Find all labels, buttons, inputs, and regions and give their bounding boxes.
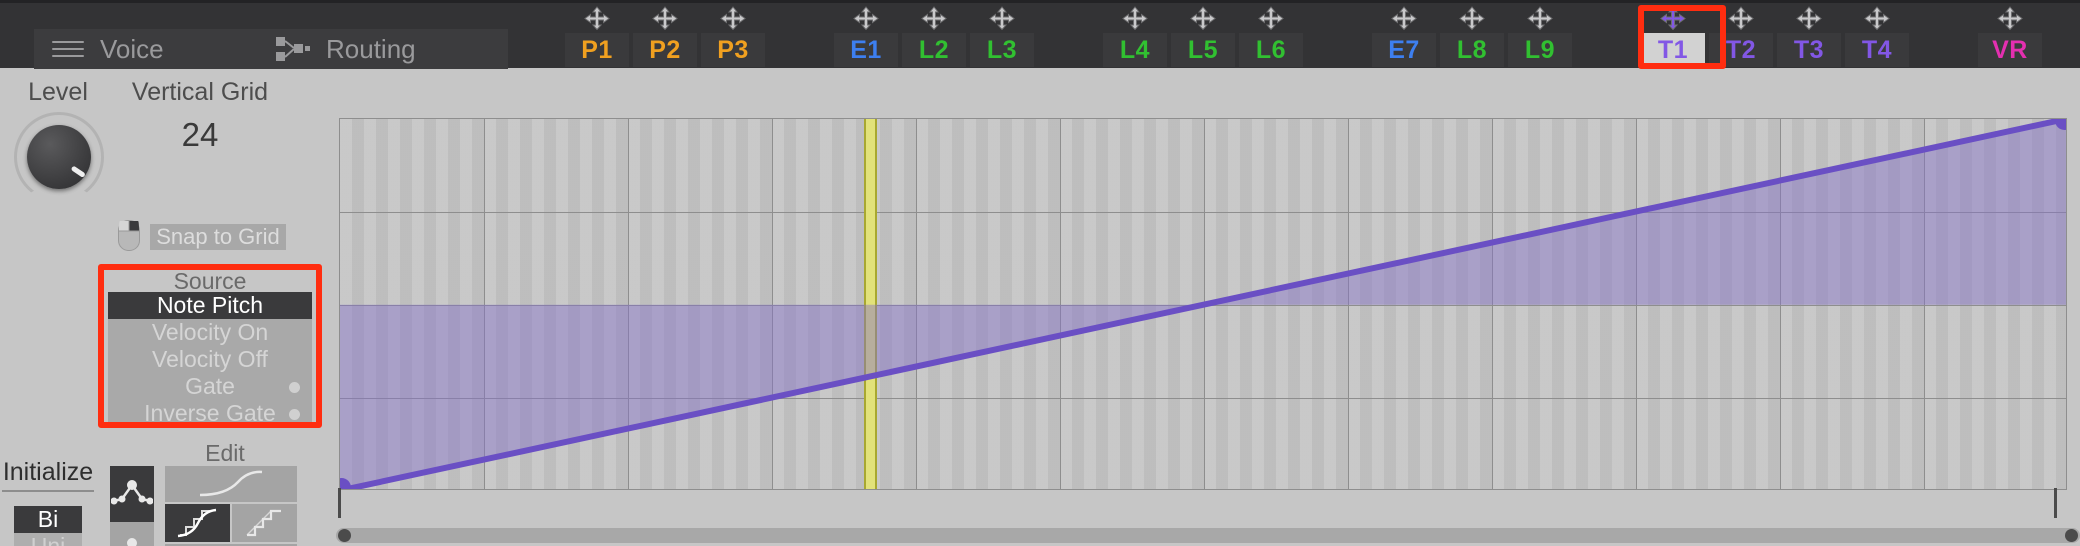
move-cursor-icon-e1[interactable] <box>853 6 879 31</box>
tab-label: T4 <box>1861 35 1893 64</box>
s-curve-steps-icon <box>177 508 216 538</box>
tab-label: T1 <box>1657 35 1689 64</box>
tab-label: E1 <box>850 35 882 64</box>
tab-l6[interactable]: L6 <box>1239 33 1303 67</box>
tab-t4[interactable]: T4 <box>1845 33 1909 67</box>
tab-label: P3 <box>717 35 749 64</box>
move-cursor-icon-l8[interactable] <box>1459 6 1485 31</box>
range-tick-left <box>338 488 341 518</box>
tab-label: L6 <box>1255 35 1287 64</box>
hamburger-menu-icon <box>52 41 84 57</box>
tab-l8[interactable]: L8 <box>1440 33 1504 67</box>
tab-label: E7 <box>1388 35 1420 64</box>
tab-label: L2 <box>918 35 950 64</box>
tab-label: VR <box>1992 35 2028 64</box>
move-cursor-icon-p2[interactable] <box>652 6 678 31</box>
peak-node-dark-icon <box>111 480 153 505</box>
envelope-editor-area <box>336 110 2080 500</box>
tab-vr[interactable]: VR <box>1978 33 2042 67</box>
tab-l4[interactable]: L4 <box>1103 33 1167 67</box>
tab-label: P1 <box>581 35 613 64</box>
left-control-panel: Level Vertical Grid 24 Snap to Grid Sour… <box>0 68 336 546</box>
stair-steps-icon <box>246 509 281 537</box>
initialize-label: Initialize <box>2 458 94 486</box>
tab-label: P2 <box>649 35 681 64</box>
move-cursor-icon-l9[interactable] <box>1527 6 1553 31</box>
peak-node-light-icon-button[interactable] <box>110 522 154 546</box>
move-cursor-icon-l3[interactable] <box>989 6 1015 31</box>
routing-button[interactable]: Routing <box>258 29 508 69</box>
move-cursor-icon-t4[interactable] <box>1864 6 1890 31</box>
vertical-grid-label: Vertical Grid <box>131 78 269 106</box>
smooth-curve-icon <box>199 470 263 497</box>
tab-label: L9 <box>1524 35 1556 64</box>
tab-label: L5 <box>1187 35 1219 64</box>
scrollbar-handle-right[interactable] <box>2065 529 2078 542</box>
level-knob[interactable] <box>14 112 104 202</box>
move-cursor-icon-t1[interactable] <box>1660 6 1686 31</box>
move-cursor-icon-p3[interactable] <box>720 6 746 31</box>
tab-p1[interactable]: P1 <box>565 33 629 67</box>
voice-button-label: Voice <box>100 33 164 64</box>
tab-t2[interactable]: T2 <box>1709 33 1773 67</box>
routing-button-label: Routing <box>326 33 416 64</box>
tab-label: L4 <box>1119 35 1151 64</box>
tab-p2[interactable]: P2 <box>633 33 697 67</box>
snap-to-grid-label: Snap to Grid <box>156 224 280 249</box>
source-annotation-box <box>98 264 322 428</box>
tab-e1[interactable]: E1 <box>834 33 898 67</box>
peak-node-light-icon <box>127 538 137 546</box>
initialize-button[interactable]: Initialize <box>2 458 94 492</box>
smooth-curve-icon-button[interactable] <box>165 466 297 502</box>
polarity-toggle: Bi Uni <box>14 506 82 546</box>
tab-p3[interactable]: P3 <box>701 33 765 67</box>
range-tick-right <box>2054 488 2057 518</box>
snap-to-grid-button[interactable]: Snap to Grid <box>150 224 286 250</box>
vertical-grid-value[interactable]: 24 <box>110 116 290 154</box>
tab-e7[interactable]: E7 <box>1372 33 1436 67</box>
edit-section-label: Edit <box>205 440 245 466</box>
move-cursor-icon-l6[interactable] <box>1258 6 1284 31</box>
scrollbar-handle-left[interactable] <box>338 529 351 542</box>
stair-steps-icon-button[interactable] <box>232 504 297 542</box>
s-curve-steps-icon-button[interactable] <box>165 504 230 542</box>
polarity-uni[interactable]: Uni <box>14 533 82 546</box>
tab-l3[interactable]: L3 <box>970 33 1034 67</box>
move-cursor-icon-l4[interactable] <box>1122 6 1148 31</box>
move-cursor-icon-vr[interactable] <box>1997 6 2023 31</box>
peak-node-dark-icon-button[interactable] <box>110 466 154 522</box>
top-toolbar: Voice Routing P1 P2 P3 E1 L2 L3 L4 L5 L6… <box>0 0 2080 69</box>
plugin-window: Voice Routing P1 P2 P3 E1 L2 L3 L4 L5 L6… <box>0 0 2080 546</box>
tab-t3[interactable]: T3 <box>1777 33 1841 67</box>
routing-node-icon <box>276 36 310 62</box>
horizontal-scrollbar[interactable] <box>336 528 2080 543</box>
move-cursor-icon-e7[interactable] <box>1391 6 1417 31</box>
tab-label: L8 <box>1456 35 1488 64</box>
polarity-bi[interactable]: Bi <box>14 506 82 533</box>
move-cursor-icon-l5[interactable] <box>1190 6 1216 31</box>
voice-button[interactable]: Voice <box>34 29 258 69</box>
move-cursor-icon-t3[interactable] <box>1796 6 1822 31</box>
tab-l9[interactable]: L9 <box>1508 33 1572 67</box>
level-label: Level <box>28 78 88 106</box>
mouse-right-button-icon <box>118 220 140 251</box>
move-cursor-icon-l2[interactable] <box>921 6 947 31</box>
move-cursor-icon-p1[interactable] <box>584 6 610 31</box>
level-knob-cap <box>27 125 91 189</box>
tab-label: L3 <box>986 35 1018 64</box>
envelope-table-editor[interactable] <box>339 118 2067 490</box>
tab-t1[interactable]: T1 <box>1641 33 1705 67</box>
tab-label: T3 <box>1793 35 1825 64</box>
tab-l5[interactable]: L5 <box>1171 33 1235 67</box>
envelope-curve <box>340 119 2066 489</box>
move-cursor-icon-t2[interactable] <box>1728 6 1754 31</box>
level-knob-indicator <box>70 165 86 178</box>
tab-l2[interactable]: L2 <box>902 33 966 67</box>
tab-label: T2 <box>1725 35 1757 64</box>
